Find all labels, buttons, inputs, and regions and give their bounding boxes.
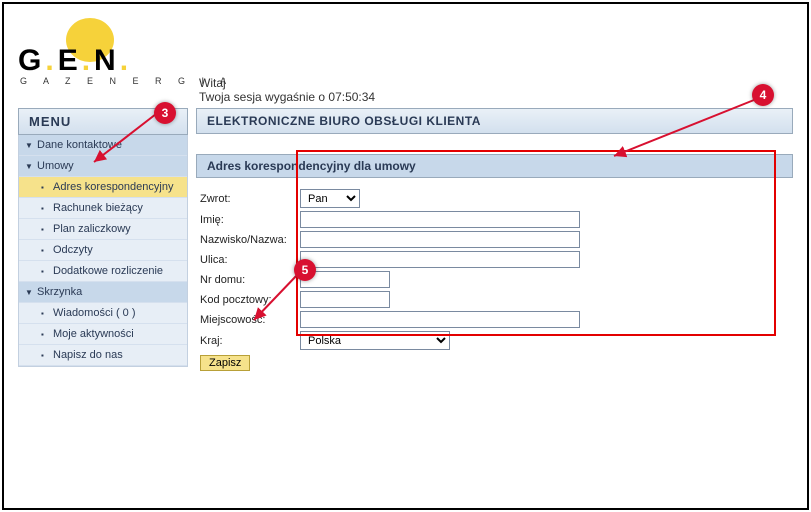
sidebar-item-moje-aktywnosci[interactable]: Moje aktywności bbox=[19, 324, 187, 345]
label-nrdomu: Nr domu: bbox=[200, 274, 300, 286]
label-imie: Imię: bbox=[200, 214, 300, 226]
select-zwrot[interactable]: Pan bbox=[300, 189, 360, 208]
logo-text: G.E.N. bbox=[18, 44, 231, 78]
annotation-marker-3: 3 bbox=[154, 102, 176, 124]
input-kod[interactable] bbox=[300, 291, 390, 308]
logo: G.E.N. G A Z E N E R G I A bbox=[18, 22, 231, 66]
sidebar-item-adres-korespondencyjny[interactable]: Adres korespondencyjny bbox=[19, 177, 187, 198]
address-form: Zwrot: Pan Imię: Nazwisko/Nazwa: Ulica: … bbox=[196, 178, 793, 379]
sidebar-item-skrzynka[interactable]: Skrzynka bbox=[19, 282, 187, 303]
sidebar-item-napisz-do-nas[interactable]: Napisz do nas bbox=[19, 345, 187, 366]
sidebar-item-wiadomosci[interactable]: Wiadomości ( 0 ) bbox=[19, 303, 187, 324]
label-kraj: Kraj: bbox=[200, 335, 300, 347]
annotation-marker-4: 4 bbox=[752, 84, 774, 106]
label-nazwisko: Nazwisko/Nazwa: bbox=[200, 234, 300, 246]
sidebar-item-plan-zaliczkowy[interactable]: Plan zaliczkowy bbox=[19, 219, 187, 240]
label-ulica: Ulica: bbox=[200, 254, 300, 266]
input-imie[interactable] bbox=[300, 211, 580, 228]
sidebar: MENU Dane kontaktowe Umowy Adres korespo… bbox=[18, 108, 188, 486]
input-ulica[interactable] bbox=[300, 251, 580, 268]
sidebar-item-dodatkowe-rozliczenie[interactable]: Dodatkowe rozliczenie bbox=[19, 261, 187, 282]
label-zwrot: Zwrot: bbox=[200, 193, 300, 205]
menu-list: Dane kontaktowe Umowy Adres korespondenc… bbox=[18, 135, 188, 367]
page-title: ELEKTRONICZNE BIURO OBSŁUGI KLIENTA bbox=[196, 108, 793, 134]
sidebar-item-rachunek-biezacy[interactable]: Rachunek bieżący bbox=[19, 198, 187, 219]
select-kraj[interactable]: Polska bbox=[300, 331, 450, 350]
sidebar-item-dane-kontaktowe[interactable]: Dane kontaktowe bbox=[19, 135, 187, 156]
annotation-marker-5: 5 bbox=[294, 259, 316, 281]
label-miejscowosc: Miejscowość: bbox=[200, 314, 300, 326]
input-nazwisko[interactable] bbox=[300, 231, 580, 248]
sidebar-item-umowy[interactable]: Umowy bbox=[19, 156, 187, 177]
greeting: Witaj bbox=[199, 76, 375, 90]
session-timer: Twoja sesja wygaśnie o 07:50:34 bbox=[199, 90, 375, 104]
section-title: Adres korespondencyjny dla umowy bbox=[196, 154, 793, 178]
main-content: ELEKTRONICZNE BIURO OBSŁUGI KLIENTA Adre… bbox=[196, 108, 793, 486]
label-kod: Kod pocztowy: bbox=[200, 294, 300, 306]
session-header: Witaj Twoja sesja wygaśnie o 07:50:34 bbox=[199, 76, 375, 104]
sidebar-item-odczyty[interactable]: Odczyty bbox=[19, 240, 187, 261]
input-miejscowosc[interactable] bbox=[300, 311, 580, 328]
save-button[interactable]: Zapisz bbox=[200, 355, 250, 371]
